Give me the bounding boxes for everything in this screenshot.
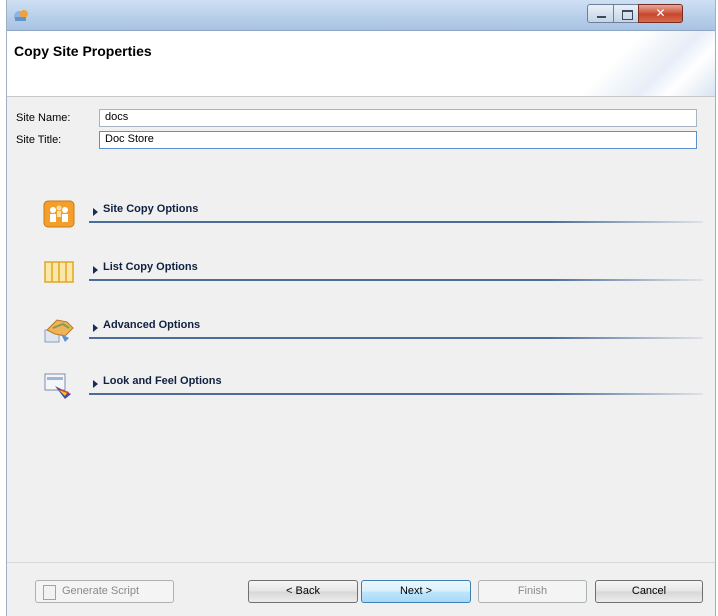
section-label[interactable]: List Copy Options [103, 261, 198, 273]
script-icon [43, 585, 56, 600]
next-button[interactable]: Next > [361, 580, 471, 603]
site-title-label: Site Title: [16, 134, 62, 146]
expand-arrow-icon[interactable] [93, 208, 98, 216]
section-label[interactable]: Site Copy Options [103, 203, 198, 215]
generate-script-button[interactable]: Generate Script [35, 580, 174, 603]
dialog-window: ✕ Copy Site Properties Site Name: docs S… [6, 0, 716, 616]
minimize-button[interactable] [587, 4, 614, 23]
site-name-label: Site Name: [16, 112, 71, 124]
handshake-icon [44, 319, 74, 343]
close-icon: ✕ [655, 6, 666, 20]
expand-arrow-icon[interactable] [93, 324, 98, 332]
app-icon [14, 10, 28, 21]
section-look-and-feel-options[interactable]: Look and Feel Options [43, 372, 707, 402]
section-divider [89, 393, 703, 395]
section-site-copy-options[interactable]: Site Copy Options [43, 200, 707, 230]
expand-arrow-icon[interactable] [93, 266, 98, 274]
page-title: Copy Site Properties [14, 43, 152, 59]
minimize-icon [597, 16, 606, 18]
section-divider [89, 337, 703, 339]
maximize-button[interactable] [613, 4, 639, 23]
title-bar[interactable]: ✕ [7, 0, 715, 31]
maximize-icon [622, 10, 633, 20]
footer-divider [7, 562, 715, 563]
section-divider [89, 221, 703, 223]
site-name-input[interactable]: docs [99, 109, 697, 127]
paint-palette-icon [44, 373, 71, 399]
finish-button[interactable]: Finish [478, 580, 587, 603]
people-icon [43, 200, 75, 228]
expand-arrow-icon[interactable] [93, 380, 98, 388]
section-divider [89, 279, 703, 281]
section-list-copy-options[interactable]: List Copy Options [43, 258, 707, 288]
section-label[interactable]: Look and Feel Options [103, 375, 222, 387]
close-button[interactable]: ✕ [638, 4, 683, 23]
list-columns-icon [44, 261, 74, 283]
header-banner: Copy Site Properties [7, 31, 715, 97]
section-advanced-options[interactable]: Advanced Options [43, 316, 707, 346]
section-label[interactable]: Advanced Options [103, 319, 200, 331]
banner-decoration [585, 31, 715, 96]
site-title-input[interactable]: Doc Store [99, 131, 697, 149]
cancel-button[interactable]: Cancel [595, 580, 703, 603]
generate-script-label: Generate Script [62, 585, 140, 597]
back-button[interactable]: < Back [248, 580, 358, 603]
